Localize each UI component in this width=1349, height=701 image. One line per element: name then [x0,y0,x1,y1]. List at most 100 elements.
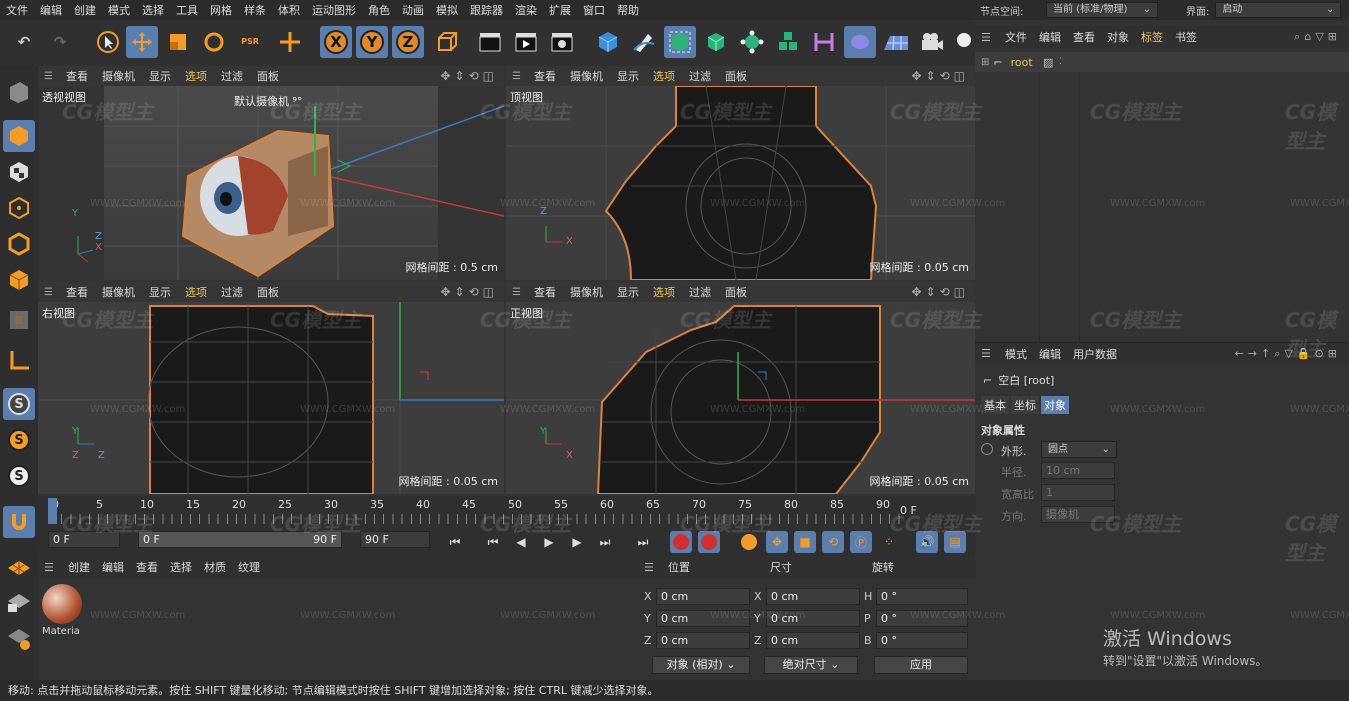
deformer-button[interactable] [808,26,840,58]
auto-key-button[interactable] [698,531,720,553]
viewport-front[interactable]: ☰ 查看 摄像机 显示 选项 过滤 面板 ✥⇕⟲◫ Y X 正视图 网格间距 :… [506,282,975,494]
redo-button[interactable]: ↷ [44,26,76,58]
scale-tool-button[interactable] [162,26,194,58]
polygons-mode-button[interactable] [3,264,35,296]
viewport-menu-view[interactable]: 查看 [66,284,88,300]
goto-end-button[interactable]: ⏭ [632,531,654,553]
prev-frame-button[interactable]: ◀ [510,531,532,553]
key-pla-button[interactable]: ⁘ [878,531,900,553]
tab-object[interactable]: 对象 [1041,396,1069,414]
menu-simulate[interactable]: 模拟 [430,2,464,18]
menu-mode[interactable]: 模式 [102,2,136,18]
menu-select[interactable]: 选择 [136,2,170,18]
axis-mode-button[interactable] [3,344,35,376]
object-menu-file[interactable]: 文件 [1005,29,1027,45]
rotation-p-field[interactable]: 0 ° [876,610,968,627]
viewport-menu-view[interactable]: 查看 [534,68,556,84]
viewport-menu-display[interactable]: 显示 [617,284,639,300]
material-menu-material[interactable]: 材质 [204,559,226,575]
keyframe-settings-button[interactable] [738,531,760,553]
cloner-button[interactable] [736,26,768,58]
menu-edit[interactable]: 编辑 [34,2,68,18]
render-settings-button[interactable] [546,26,578,58]
menu-volume[interactable]: 体积 [272,2,306,18]
object-menu-tags[interactable]: 标签 [1141,29,1163,45]
uv-mode-button[interactable] [3,304,35,336]
key-position-button[interactable]: ✥ [766,531,788,553]
menu-extensions[interactable]: 扩展 [543,2,577,18]
key-parameter-button[interactable]: Ⓟ [850,531,872,553]
position-x-field[interactable]: 0 cm [656,588,750,605]
object-toolbar-icons[interactable]: ⌕⌂▽⊞ [1294,30,1341,44]
viewport-nav-icons[interactable]: ✥⇕⟲◫ [911,285,969,299]
array-button[interactable] [772,26,804,58]
attr-menu-edit[interactable]: 编辑 [1039,346,1061,362]
viewport-camera-label[interactable]: 默认摄像机 ⁹° [234,93,302,109]
y-axis-lock-button[interactable]: Y [356,26,388,58]
edit-icon[interactable]: ▨ [1043,56,1053,69]
playhead[interactable] [48,498,57,524]
material-menu-edit[interactable]: 编辑 [102,559,124,575]
next-key-button[interactable]: ⏭ [594,531,616,553]
menu-character[interactable]: 角色 [362,2,396,18]
hamburger-icon[interactable]: ☰ [981,347,995,360]
object-menu-edit[interactable]: 编辑 [1039,29,1061,45]
object-row-root[interactable]: ⊞ ⌐ root ▨ ⁚ [975,52,1349,72]
x-axis-lock-button[interactable]: X [320,26,352,58]
film-button[interactable]: ▤ [944,531,966,553]
position-z-field[interactable]: 0 cm [656,632,750,649]
workplane-button[interactable] [3,552,35,584]
viewport-menu-camera[interactable]: 摄像机 [570,284,603,300]
attr-menu-userdata[interactable]: 用户数据 [1073,346,1117,362]
aspect-ratio-field[interactable]: 1 [1041,484,1115,501]
viewport-menu-display[interactable]: 显示 [149,284,171,300]
snap-settings-button[interactable]: S [3,424,35,456]
interface-dropdown[interactable]: 启动 ⌄ [1215,2,1342,18]
render-button[interactable] [510,26,542,58]
floor-button[interactable] [880,26,912,58]
viewport-nav-icons[interactable]: ✥⇕⟲◫ [911,69,969,83]
psr-button[interactable]: PSR [234,26,266,58]
undo-button[interactable]: ↶ [8,26,40,58]
size-x-field[interactable]: 0 cm [766,588,860,605]
viewport-menu-camera[interactable]: 摄像机 [102,284,135,300]
viewport-menu-camera[interactable]: 摄像机 [102,68,135,84]
expand-icon[interactable]: ⊞ [981,57,989,68]
viewport-menu-panel[interactable]: 面板 [725,68,747,84]
orientation-dropdown[interactable]: 摄像机 [1041,506,1115,523]
object-menu-bookmarks[interactable]: 书签 [1175,29,1197,45]
menu-help[interactable]: 帮助 [611,2,645,18]
hamburger-icon[interactable]: ☰ [44,287,58,298]
rotation-b-field[interactable]: 0 ° [876,632,968,649]
viewport-menu-display[interactable]: 显示 [617,68,639,84]
rotation-h-field[interactable]: 0 ° [876,588,968,605]
viewport-menu-panel[interactable]: 面板 [257,284,279,300]
key-scale-button[interactable]: ■ [794,531,816,553]
material-menu-texture[interactable]: 纹理 [238,559,260,575]
viewport-menu-filter[interactable]: 过滤 [689,68,711,84]
pen-tool-button[interactable] [628,26,660,58]
z-axis-lock-button[interactable]: Z [392,26,424,58]
snap-button[interactable]: S [3,388,35,420]
hamburger-icon[interactable]: ☰ [981,31,995,44]
viewport-menu-options[interactable]: 选项 [185,284,207,300]
material-item[interactable]: Materia [42,584,86,642]
size-mode-dropdown[interactable]: 绝对尺寸 ⌄ [764,656,858,674]
coord-mode-dropdown[interactable]: 对象 (相对) ⌄ [652,656,750,674]
points-mode-button[interactable] [3,192,35,224]
visibility-dots-icon[interactable]: ⁚ [1059,57,1062,67]
viewport-menu-view[interactable]: 查看 [66,68,88,84]
locked-workplane-button[interactable] [3,586,35,618]
hamburger-icon[interactable]: ☰ [644,561,658,574]
menu-window[interactable]: 窗口 [577,2,611,18]
frame-range-slider[interactable]: 0 F 90 F [138,531,342,548]
coordinate-system-button[interactable] [430,26,462,58]
cube-primitive-button[interactable] [592,26,624,58]
viewport-menu-options[interactable]: 选项 [653,284,675,300]
next-frame-button[interactable]: ▶ [566,531,588,553]
transform-button[interactable] [274,26,306,58]
apply-button[interactable]: 应用 [874,656,968,674]
material-menu-create[interactable]: 创建 [68,559,90,575]
keyframe-radio[interactable] [981,443,993,455]
extrude-button[interactable] [700,26,732,58]
